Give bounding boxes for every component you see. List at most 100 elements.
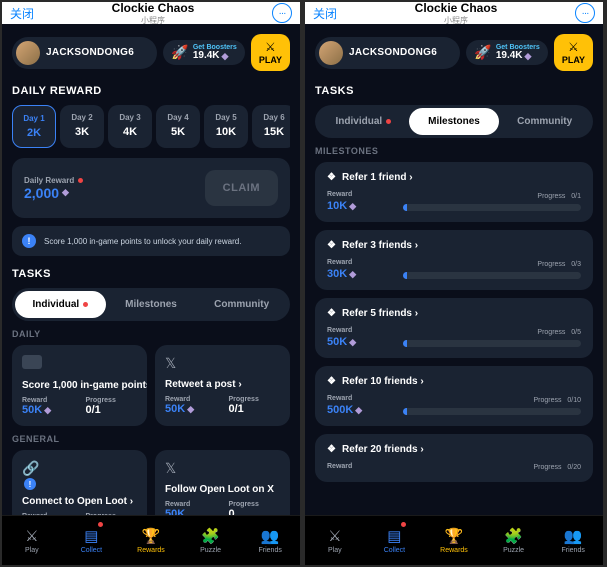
play-button[interactable]: ⚔ PLAY xyxy=(251,34,290,71)
nav-collect[interactable]: ▤Collect xyxy=(62,516,122,565)
day-card[interactable]: Day 5 10K xyxy=(204,105,248,148)
milestone-card[interactable]: ❖Refer 1 friend › Reward 10K◆ Progress 0… xyxy=(315,162,593,222)
nav-friends[interactable]: 👥Friends xyxy=(543,516,603,565)
gem-icon: ◆ xyxy=(349,269,356,280)
task-title: Connect to Open Loot › xyxy=(22,496,137,507)
info-text: Score 1,000 in-game points to unlock you… xyxy=(44,237,241,246)
statusbar: 关闭 Clockie Chaos 小程序 ··· xyxy=(305,2,603,24)
milestone-card[interactable]: ❖Refer 5 friends › Reward 50K◆ Progress … xyxy=(315,298,593,358)
nav-play[interactable]: ⚔Play xyxy=(2,516,62,565)
gem-icon: ◆ xyxy=(525,52,532,61)
daily-label: DAILY xyxy=(12,329,290,339)
swords-icon: ⚔ xyxy=(328,527,341,545)
boosters-value: 19.4K xyxy=(496,51,523,61)
play-label: PLAY xyxy=(562,55,585,65)
days-row[interactable]: Day 1 2K Day 2 3K Day 3 4K Day 4 5K Day … xyxy=(12,105,290,148)
reddot-icon xyxy=(386,119,391,124)
reward-value: 2,000 xyxy=(24,185,59,201)
task-card[interactable]: 𝕏 Retweet a post › Reward 50K◆ Progress … xyxy=(155,345,290,426)
progress-bar xyxy=(403,272,581,279)
info-icon: ! xyxy=(22,234,36,248)
swords-icon: ⚔ xyxy=(25,527,38,545)
day-card[interactable]: Day 1 2K xyxy=(12,105,56,148)
tasks-title: TASKS xyxy=(315,85,593,97)
refer-icon: ❖ xyxy=(327,240,336,251)
nav-friends[interactable]: 👥Friends xyxy=(240,516,300,565)
general-label: GENERAL xyxy=(12,434,290,444)
close-button[interactable]: 关闭 xyxy=(10,5,34,22)
reward-label: Daily Reward xyxy=(24,176,74,185)
collect-icon: ▤ xyxy=(84,527,98,545)
app-title: Clockie Chaos xyxy=(337,2,575,15)
play-label: PLAY xyxy=(259,55,282,65)
x-icon: 𝕏 xyxy=(165,355,176,371)
play-button[interactable]: ⚔ PLAY xyxy=(554,34,593,71)
swords-icon: ⚔ xyxy=(568,40,579,54)
boosters-pill[interactable]: 🚀 Get Boosters 19.4K◆ xyxy=(466,40,547,65)
gem-icon: ◆ xyxy=(222,52,229,61)
puzzle-icon: 🧩 xyxy=(504,527,523,545)
day-card[interactable]: Day 3 4K xyxy=(108,105,152,148)
reward-claim: Daily Reward 2,000◆ CLAIM xyxy=(12,158,290,218)
progress-bar xyxy=(403,204,581,211)
nav-puzzle[interactable]: 🧩Puzzle xyxy=(181,516,241,565)
friends-icon: 👥 xyxy=(564,527,583,545)
tab-milestones[interactable]: Milestones xyxy=(106,291,197,318)
boosters-pill[interactable]: 🚀 Get Boosters 19.4K◆ xyxy=(163,40,244,65)
content: DAILY REWARD Day 1 2K Day 2 3K Day 3 4K … xyxy=(2,79,300,515)
tab-individual[interactable]: Individual xyxy=(15,291,106,318)
milestone-card[interactable]: ❖Refer 3 friends › Reward 30K◆ Progress … xyxy=(315,230,593,290)
bottom-nav: ⚔Play ▤Collect 🏆Rewards 🧩Puzzle 👥Friends xyxy=(305,515,603,565)
x-icon: 𝕏 xyxy=(165,460,176,476)
username: JACKSONDONG6 xyxy=(349,47,437,58)
refer-icon: ❖ xyxy=(327,308,336,319)
task-card[interactable]: 𝕏 Follow Open Loot on X Reward 50K Progr… xyxy=(155,450,290,515)
milestone-card[interactable]: ❖Refer 20 friends › Reward Progress 0/20 xyxy=(315,434,593,482)
nav-collect[interactable]: ▤Collect xyxy=(365,516,425,565)
gem-icon: ◆ xyxy=(62,187,69,198)
day-card[interactable]: Day 4 5K xyxy=(156,105,200,148)
avatar xyxy=(319,41,343,65)
nav-play[interactable]: ⚔Play xyxy=(305,516,365,565)
task-title: Follow Open Loot on X xyxy=(165,484,280,495)
close-button[interactable]: 关闭 xyxy=(313,5,337,22)
rocket-icon: 🚀 xyxy=(474,44,491,61)
claim-button[interactable]: CLAIM xyxy=(205,170,278,206)
refer-icon: ❖ xyxy=(327,172,336,183)
gem-icon: ◆ xyxy=(355,405,362,416)
user-pill[interactable]: JACKSONDONG6 xyxy=(315,37,460,69)
tab-milestones[interactable]: Milestones xyxy=(409,108,500,135)
day-card[interactable]: Day 2 3K xyxy=(60,105,104,148)
puzzle-icon: 🧩 xyxy=(201,527,220,545)
task-card[interactable]: 🔗! Connect to Open Loot › Reward 100K Pr… xyxy=(12,450,147,515)
gem-icon: ◆ xyxy=(187,404,194,415)
task-title: Retweet a post › xyxy=(165,379,280,390)
user-pill[interactable]: JACKSONDONG6 xyxy=(12,37,157,69)
reddot-icon xyxy=(78,178,83,183)
progress-bar xyxy=(403,408,581,415)
nav-rewards[interactable]: 🏆Rewards xyxy=(424,516,484,565)
more-icon[interactable]: ··· xyxy=(575,3,595,23)
screen-daily: 关闭 Clockie Chaos 小程序 ··· JACKSONDONG6 🚀 … xyxy=(2,2,300,565)
collect-icon: ▤ xyxy=(387,527,401,545)
tab-community[interactable]: Community xyxy=(196,291,287,318)
gem-icon: ◆ xyxy=(349,337,356,348)
gem-icon: ◆ xyxy=(349,201,356,212)
milestones-label: MILESTONES xyxy=(315,146,593,156)
day-card[interactable]: Day 6 15K xyxy=(252,105,290,148)
reddot-icon xyxy=(401,522,406,527)
app-title: Clockie Chaos xyxy=(34,2,272,15)
milestone-card[interactable]: ❖Refer 10 friends › Reward 500K◆ Progres… xyxy=(315,366,593,426)
username: JACKSONDONG6 xyxy=(46,47,134,58)
tab-community[interactable]: Community xyxy=(499,108,590,135)
info-row: ! Score 1,000 in-game points to unlock y… xyxy=(12,226,290,256)
reddot-icon xyxy=(98,522,103,527)
link-icon: 🔗! xyxy=(22,460,137,490)
nav-puzzle[interactable]: 🧩Puzzle xyxy=(484,516,544,565)
boosters-value: 19.4K xyxy=(193,51,220,61)
task-card[interactable]: Score 1,000 in-game points › Reward 50K◆… xyxy=(12,345,147,426)
tab-individual[interactable]: Individual xyxy=(318,108,409,135)
more-icon[interactable]: ··· xyxy=(272,3,292,23)
nav-rewards[interactable]: 🏆Rewards xyxy=(121,516,181,565)
swords-icon: ⚔ xyxy=(265,40,276,54)
